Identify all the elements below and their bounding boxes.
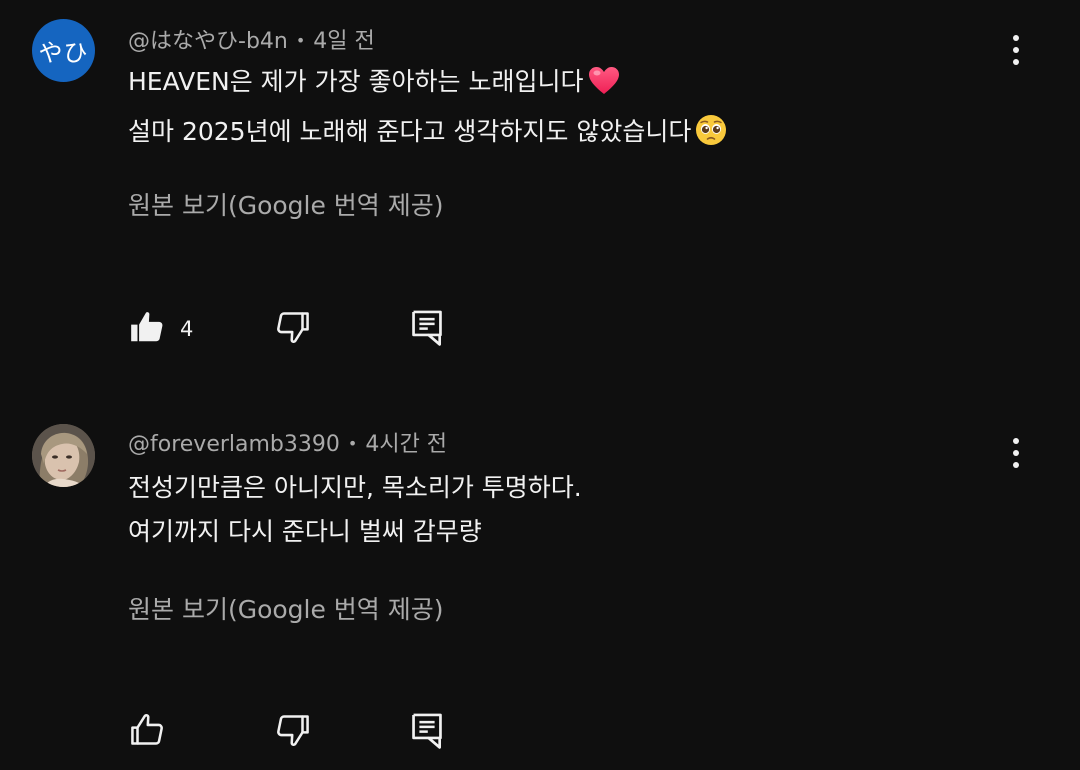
thumbs-up-icon: [128, 711, 166, 753]
pleading-face-emoji: [695, 114, 727, 160]
comment-body: 전성기만큼은 아니지만, 목소리가 투명하다. 여기까지 다시 준다니 벌써 감…: [128, 466, 582, 554]
dislike-button[interactable]: [274, 307, 312, 351]
reply-comment-icon: [408, 307, 446, 351]
reply-button[interactable]: [408, 710, 446, 754]
comment-body: HEAVEN은 제가 가장 좋아하는 노래입니다 설마 2025년에 노래해 준…: [128, 60, 727, 160]
comment-time[interactable]: 4시간 전: [365, 432, 447, 457]
comment-line: HEAVEN은 제가 가장 좋아하는 노래입니다: [128, 60, 727, 110]
more-vertical-icon[interactable]: [1000, 431, 1032, 475]
separator-dot: •: [295, 31, 306, 50]
thumbs-up-icon: [128, 308, 166, 350]
separator-dot: •: [347, 434, 358, 453]
comment-line: 설마 2025년에 노래해 준다고 생각하지도 않았습니다: [128, 110, 727, 160]
profile-photo-icon: [32, 424, 95, 487]
like-button[interactable]: 4: [128, 307, 193, 351]
reply-comment-icon: [408, 710, 446, 754]
comment-time[interactable]: 4일 전: [313, 29, 374, 54]
comment-item: @foreverlamb3390 • 4시간 전 전성기만큼은 아니지만, 목소리가…: [0, 404, 1080, 770]
view-original-link[interactable]: 원본 보기(Google 번역 제공): [128, 186, 444, 222]
avatar-initials: やひ: [38, 39, 89, 67]
view-original-link[interactable]: 원본 보기(Google 번역 제공): [128, 590, 444, 626]
like-button[interactable]: [128, 710, 180, 754]
thumbs-down-icon: [274, 308, 312, 350]
thumbs-down-icon: [274, 711, 312, 753]
avatar[interactable]: [32, 424, 95, 487]
comment-line: 여기까지 다시 준다니 벌써 감무량: [128, 517, 482, 546]
author-handle[interactable]: @はなやひ-b4n: [128, 29, 288, 54]
comment-header: @foreverlamb3390 • 4시간 전: [128, 426, 447, 458]
dislike-button[interactable]: [274, 710, 312, 754]
comment-item: やひ @はなやひ-b4n • 4일 전 HEAVEN은 제가 가장 좋아하는 노래입…: [0, 0, 1080, 404]
avatar[interactable]: やひ: [32, 19, 95, 82]
comment-header: @はなやひ-b4n • 4일 전: [128, 23, 375, 55]
like-count: 4: [180, 317, 194, 341]
comment-line: 전성기만큼은 아니지만, 목소리가 투명하다.: [128, 473, 582, 502]
more-vertical-icon[interactable]: [1000, 28, 1032, 72]
red-heart-emoji: [588, 66, 620, 110]
reply-button[interactable]: [408, 307, 446, 351]
author-handle[interactable]: @foreverlamb3390: [128, 432, 340, 457]
